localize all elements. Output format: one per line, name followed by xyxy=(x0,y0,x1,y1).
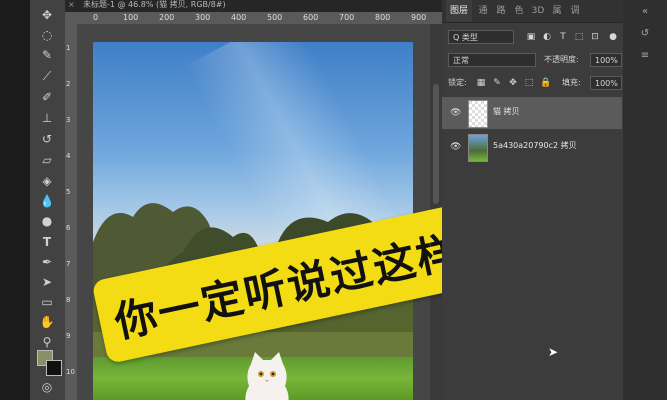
properties-panel-icon[interactable]: ≡ xyxy=(637,48,653,64)
eyedropper-icon[interactable]: ⟋ xyxy=(35,67,59,85)
zoom-icon[interactable]: ⚲ xyxy=(35,333,59,351)
collapsed-panel-dock: « ↺ ≡ xyxy=(623,0,667,400)
tab-3d[interactable]: 3D xyxy=(530,0,546,22)
brush-icon[interactable]: ✐ xyxy=(35,88,59,106)
white-cat-image xyxy=(245,352,289,400)
opacity-input[interactable]: 100% xyxy=(590,53,622,67)
pen-icon[interactable]: ✒ xyxy=(35,253,59,271)
ruler-tick: 200 xyxy=(159,13,175,22)
eraser-icon[interactable]: ▱ xyxy=(35,151,59,169)
tab-channels[interactable]: 通 xyxy=(476,0,490,22)
ruler-tick: 400 xyxy=(231,13,247,22)
blur-icon[interactable]: 💧 xyxy=(35,192,59,210)
quick-select-icon[interactable]: ✎ xyxy=(35,46,59,64)
lock-artboard-icon[interactable]: ⬚ xyxy=(524,78,534,88)
ruler-tick: 700 xyxy=(339,13,355,22)
panel-collapse-icon[interactable]: « xyxy=(637,4,653,20)
ruler-tick: 1 xyxy=(66,44,71,52)
visibility-eye-icon[interactable]: 👁 xyxy=(450,108,461,118)
rectangle-icon[interactable]: ▭ xyxy=(35,293,59,311)
tab-paths[interactable]: 路 xyxy=(494,0,508,22)
hand-icon[interactable]: ✋ xyxy=(35,313,59,331)
ruler-tick: 3 xyxy=(66,116,71,124)
move-icon[interactable]: ✥ xyxy=(35,6,59,24)
fill-input[interactable]: 100% xyxy=(590,76,622,90)
lock-all-icon[interactable]: 🔒 xyxy=(540,78,551,88)
clone-stamp-icon[interactable]: ⊥ xyxy=(35,109,59,127)
tab-layers[interactable]: 图层 xyxy=(446,0,472,22)
filter-toggle-icon[interactable]: ● xyxy=(608,32,618,42)
dodge-icon[interactable]: ● xyxy=(35,212,59,230)
lasso-icon[interactable]: ◌ xyxy=(35,26,59,44)
ruler-tick: 600 xyxy=(303,13,319,22)
document-title: 未标题-1 @ 46.8% (猫 拷贝, RGB/8#) xyxy=(83,0,226,9)
ruler-tick: 100 xyxy=(123,13,139,22)
mouse-cursor: ➤ xyxy=(548,345,559,359)
text-icon[interactable]: T xyxy=(35,233,59,251)
layer-row[interactable]: 👁 猫 拷贝 xyxy=(442,97,622,129)
ruler-tick: 6 xyxy=(66,224,71,232)
layer-filter-select[interactable]: Q 类型 xyxy=(448,30,514,44)
tab-properties[interactable]: 属 xyxy=(550,0,564,22)
lock-transparency-icon[interactable]: ▦ xyxy=(476,78,486,88)
ruler-tick: 0 xyxy=(93,13,99,22)
ruler-tick: 800 xyxy=(375,13,391,22)
ruler-tick: 500 xyxy=(267,13,283,22)
ruler-tick: 5 xyxy=(66,188,71,196)
layer-row[interactable]: 👁 5a430a20790c2 拷贝 xyxy=(442,131,622,163)
left-edge-strip xyxy=(0,0,30,400)
filter-pixel-icon[interactable]: ▣ xyxy=(526,32,536,42)
layer-name: 5a430a20790c2 拷贝 xyxy=(493,141,577,150)
tab-adjustments[interactable]: 调 xyxy=(568,0,582,22)
close-tab-icon[interactable]: × xyxy=(68,0,75,10)
path-select-icon[interactable]: ➤ xyxy=(35,273,59,291)
lock-position-icon[interactable]: ✥ xyxy=(508,78,518,88)
ruler-tick: 7 xyxy=(66,260,71,268)
blend-mode-select[interactable]: 正常 xyxy=(448,53,536,67)
lock-label: 锁定: xyxy=(448,78,467,87)
layer-name: 猫 拷贝 xyxy=(493,107,520,116)
background-color-swatch[interactable] xyxy=(46,360,62,376)
tools-panel: ✥ ◌ ✎ ⟋ ✐ ⊥ ↺ ▱ ◈ 💧 ● T ✒ ➤ ▭ ✋ ⚲ ◎ xyxy=(30,0,66,400)
filter-smart-icon[interactable]: ⊡ xyxy=(590,32,600,42)
scrollbar-thumb[interactable] xyxy=(433,84,439,204)
ruler-tick: 9 xyxy=(66,332,71,340)
document-tab[interactable]: × 未标题-1 @ 46.8% (猫 拷贝, RGB/8#) xyxy=(65,0,442,12)
tab-color[interactable]: 色 xyxy=(512,0,526,22)
filter-type-icon[interactable]: T xyxy=(558,32,568,42)
filter-adjust-icon[interactable]: ◐ xyxy=(542,32,552,42)
vertical-ruler: 1 2 3 4 5 6 7 8 9 10 xyxy=(65,24,77,400)
ruler-tick: 2 xyxy=(66,80,71,88)
layer-thumbnail xyxy=(468,100,488,128)
quick-mask-icon[interactable]: ◎ xyxy=(35,378,59,396)
ruler-tick: 900 xyxy=(411,13,427,22)
opacity-label: 不透明度: xyxy=(544,55,579,64)
ruler-tick: 10 xyxy=(66,368,75,376)
history-panel-icon[interactable]: ↺ xyxy=(637,26,653,42)
visibility-eye-icon[interactable]: 👁 xyxy=(450,142,461,152)
history-brush-icon[interactable]: ↺ xyxy=(35,130,59,148)
ruler-tick: 8 xyxy=(66,296,71,304)
layer-thumbnail xyxy=(468,134,488,162)
filter-shape-icon[interactable]: ⬚ xyxy=(574,32,584,42)
ruler-tick: 4 xyxy=(66,152,71,160)
paint-bucket-icon[interactable]: ◈ xyxy=(35,172,59,190)
ruler-tick: 300 xyxy=(195,13,211,22)
lock-image-icon[interactable]: ✎ xyxy=(492,78,502,88)
fill-label: 填充: xyxy=(562,78,581,87)
